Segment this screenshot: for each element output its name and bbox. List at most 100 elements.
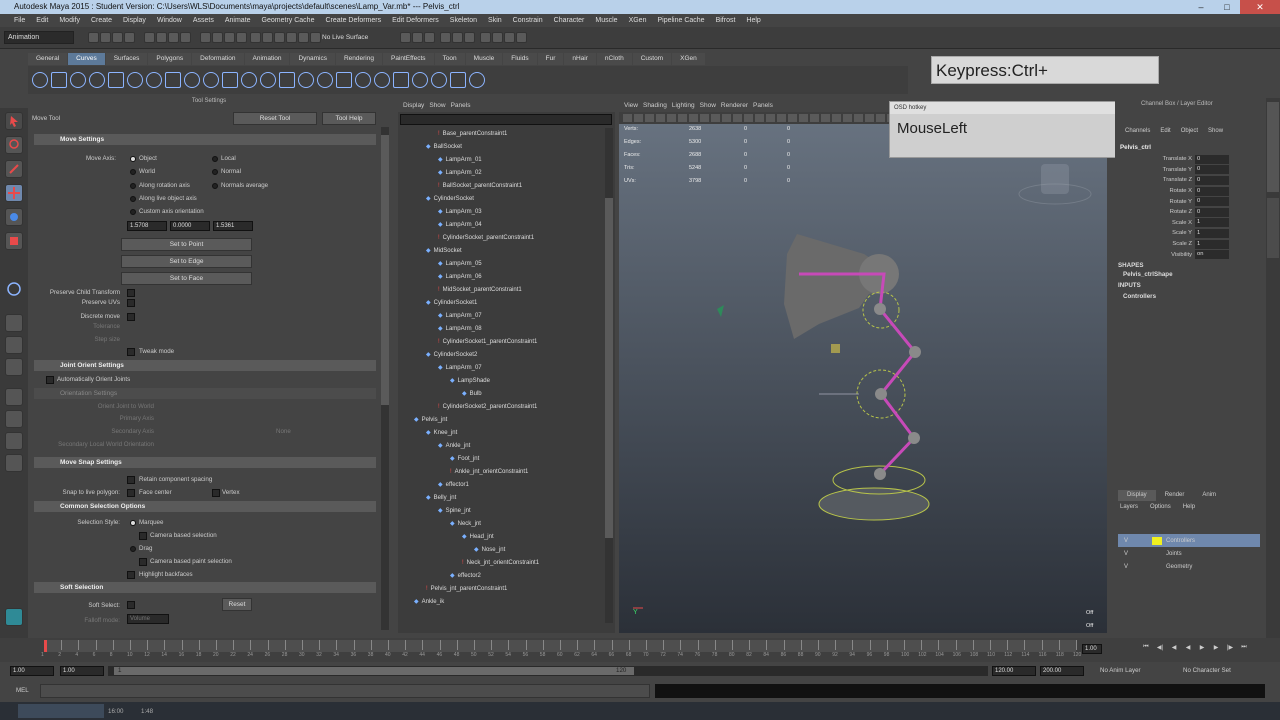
axis-field-x[interactable]: 1.5708: [127, 221, 167, 231]
outliner-row[interactable]: ! CylinderSocket2_parentConstraint1: [400, 401, 600, 414]
minimize-button[interactable]: –: [1188, 0, 1214, 14]
curve-tool-icon-17[interactable]: [355, 72, 371, 88]
outliner-row[interactable]: ◆ Ankle_jnt: [400, 440, 600, 453]
outliner-row[interactable]: ◆ Foot_jnt: [400, 453, 600, 466]
curve-tool-icon-8[interactable]: [184, 72, 200, 88]
status-tool-icon-14[interactable]: [274, 32, 285, 43]
viewport-tool-icon-9[interactable]: [722, 114, 731, 122]
object-radio[interactable]: [130, 156, 136, 162]
curve-tool-icon-18[interactable]: [374, 72, 390, 88]
outliner-row[interactable]: ◆ LampArm_03: [400, 206, 600, 219]
status-tool-icon-17[interactable]: [310, 32, 321, 43]
viewport-menu-panels[interactable]: Panels: [753, 102, 773, 109]
status-tool-icon-0[interactable]: [88, 32, 99, 43]
status-tool-icon-19[interactable]: [412, 32, 423, 43]
layout-outliner-icon[interactable]: [5, 388, 23, 406]
layer-menu-options[interactable]: Options: [1150, 504, 1171, 510]
menu-display[interactable]: Display: [123, 17, 146, 24]
channel-row[interactable]: Translate Z0: [1115, 175, 1265, 186]
curve-tool-icon-23[interactable]: [469, 72, 485, 88]
shelf-tab-animation[interactable]: Animation: [244, 53, 290, 65]
outliner-row[interactable]: ◆ MidSocket: [400, 245, 600, 258]
outliner-row[interactable]: ◆ CylinderSocket2: [400, 349, 600, 362]
outliner-row[interactable]: ◆ Neck_jnt: [400, 518, 600, 531]
channel-row[interactable]: Rotate Y0: [1115, 196, 1265, 207]
layout-four-icon[interactable]: [5, 336, 23, 354]
scale-tool-icon[interactable]: [5, 232, 23, 250]
channel-menu-show[interactable]: Show: [1208, 128, 1223, 134]
playback-button-icon-4[interactable]: ▶: [1196, 644, 1208, 655]
status-tool-icon-24[interactable]: [480, 32, 491, 43]
layer-color-swatch[interactable]: [1152, 536, 1162, 545]
playback-start-field[interactable]: 1.00: [60, 666, 104, 676]
viewport-menu-show[interactable]: Show: [700, 102, 716, 109]
channel-value[interactable]: 0: [1195, 186, 1229, 196]
shelf-tab-deformation[interactable]: Deformation: [192, 53, 244, 65]
status-tool-icon-3[interactable]: [124, 32, 135, 43]
viewport-tool-icon-5[interactable]: [678, 114, 687, 122]
menu-help[interactable]: Help: [746, 17, 760, 24]
outliner-row[interactable]: ◆ Ankle_ik: [400, 596, 600, 609]
discrete-move-checkbox[interactable]: [127, 313, 135, 321]
menu-pipeline-cache[interactable]: Pipeline Cache: [657, 17, 704, 24]
anim-layer-dropdown[interactable]: No Anim Layer: [1100, 667, 1141, 674]
auto-orient-checkbox[interactable]: [46, 376, 54, 384]
set-to-point-button[interactable]: Set to Point: [121, 238, 252, 251]
mel-label[interactable]: MEL: [16, 687, 29, 694]
channel-node-name[interactable]: Pelvis_ctrl: [1120, 144, 1151, 151]
shelf-tab-fur[interactable]: Fur: [537, 53, 564, 65]
status-tool-icon-7[interactable]: [180, 32, 191, 43]
marquee-radio[interactable]: [130, 520, 136, 526]
viewport-tool-icon-13[interactable]: [766, 114, 775, 122]
channel-row[interactable]: Rotate X0: [1115, 186, 1265, 197]
outliner-row[interactable]: ◆ Spine_jnt: [400, 505, 600, 518]
status-tool-icon-27[interactable]: [516, 32, 527, 43]
viewport-menu-view[interactable]: View: [624, 102, 638, 109]
shelf-tab-general[interactable]: General: [28, 53, 68, 65]
viewport-tool-icon-19[interactable]: [832, 114, 841, 122]
menu-create[interactable]: Create: [91, 17, 112, 24]
viewport-tool-icon-1[interactable]: [634, 114, 643, 122]
channel-row[interactable]: Rotate Z0: [1115, 207, 1265, 218]
falloff-dropdown[interactable]: Volume: [127, 614, 169, 624]
layer-color-swatch[interactable]: [1152, 550, 1162, 558]
playback-button-icon-3[interactable]: ◀: [1182, 644, 1194, 655]
channel-value[interactable]: 0: [1195, 165, 1229, 175]
channel-menu-object[interactable]: Object: [1181, 128, 1198, 134]
layer-row[interactable]: V Controllers: [1118, 534, 1260, 547]
outliner-menu-show[interactable]: Show: [429, 102, 445, 109]
axis-field-y[interactable]: 0.0000: [170, 221, 210, 231]
status-tool-icon-16[interactable]: [298, 32, 309, 43]
outliner-row[interactable]: ◆ BallSocket: [400, 141, 600, 154]
playback-end-field[interactable]: 120.00: [992, 666, 1036, 676]
shelf-tab-polygons[interactable]: Polygons: [148, 53, 192, 65]
layer-visibility-toggle[interactable]: V: [1124, 551, 1132, 557]
menu-bifrost[interactable]: Bifrost: [716, 17, 736, 24]
end-time-field[interactable]: 200.00: [1040, 666, 1084, 676]
status-tool-icon-18[interactable]: [400, 32, 411, 43]
layer-menu-layers[interactable]: Layers: [1120, 504, 1138, 510]
time-cursor[interactable]: [44, 640, 47, 652]
menu-constrain[interactable]: Constrain: [513, 17, 543, 24]
highlight-backfaces-checkbox[interactable]: [127, 571, 135, 579]
status-tool-icon-20[interactable]: [424, 32, 435, 43]
curve-tool-icon-16[interactable]: [336, 72, 352, 88]
layer-tab-anim[interactable]: Anim: [1193, 490, 1226, 501]
outliner-row[interactable]: ! CylinderSocket_parentConstraint1: [400, 232, 600, 245]
channel-value[interactable]: 1: [1195, 228, 1229, 238]
tweak-mode-checkbox[interactable]: [127, 348, 135, 356]
menu-create-deformers[interactable]: Create Deformers: [325, 17, 381, 24]
outliner-row[interactable]: ! Pelvis_jnt_parentConstraint1: [400, 583, 600, 596]
viewport-tool-icon-0[interactable]: [623, 114, 632, 122]
status-tool-icon-1[interactable]: [100, 32, 111, 43]
viewport-tool-icon-6[interactable]: [689, 114, 698, 122]
outliner-row[interactable]: ◆ LampArm_07: [400, 362, 600, 375]
menu-window[interactable]: Window: [157, 17, 182, 24]
layout-side-icon[interactable]: [5, 358, 23, 376]
menu-skin[interactable]: Skin: [488, 17, 502, 24]
retain-spacing-checkbox[interactable]: [127, 476, 135, 484]
status-tool-icon-25[interactable]: [492, 32, 503, 43]
channel-menu-edit[interactable]: Edit: [1160, 128, 1170, 134]
channel-value[interactable]: 0: [1195, 197, 1229, 207]
outliner-row[interactable]: ◆ LampArm_06: [400, 271, 600, 284]
